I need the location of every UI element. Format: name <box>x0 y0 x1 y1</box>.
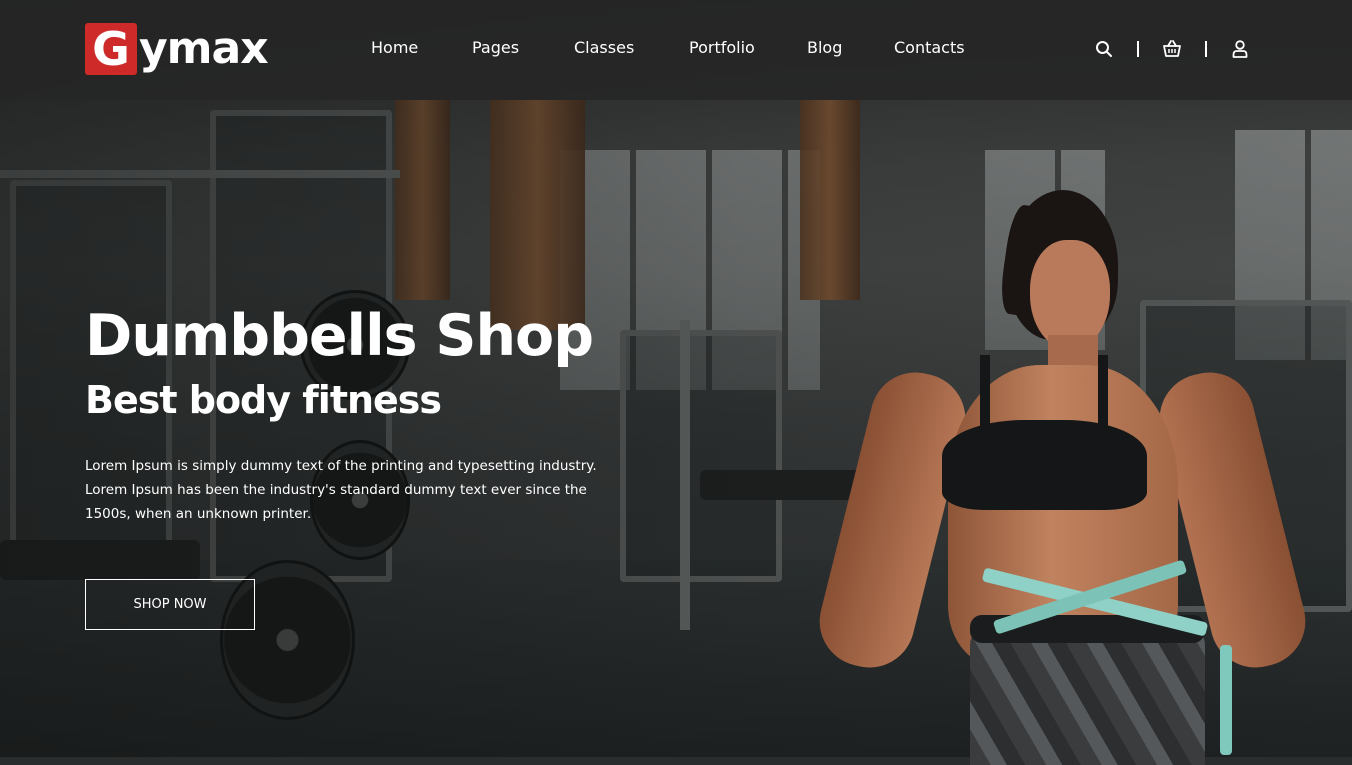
hero-description: Lorem Ipsum is simply dummy text of the … <box>85 458 597 522</box>
hero-subtitle: Best body fitness <box>85 378 442 422</box>
header-divider <box>1205 41 1207 57</box>
nav-item-portfolio[interactable]: Portfolio <box>689 38 755 57</box>
site-header: G ymax Home Pages Classes Portfolio Blog… <box>0 0 1352 100</box>
logo-mark: G <box>85 23 137 75</box>
nav-item-home[interactable]: Home <box>371 38 418 57</box>
header-divider <box>1137 41 1139 57</box>
model-face <box>1030 240 1110 350</box>
nav-item-blog[interactable]: Blog <box>807 38 842 57</box>
nav-item-contacts[interactable]: Contacts <box>894 38 965 57</box>
search-icon[interactable] <box>1093 38 1115 60</box>
sports-bra-strap <box>980 355 990 430</box>
header-tools <box>1093 38 1251 60</box>
cart-icon[interactable] <box>1161 38 1183 60</box>
measuring-tape <box>1220 645 1232 755</box>
sports-bra <box>942 420 1147 510</box>
sports-bra-strap <box>1098 355 1108 430</box>
nav-item-pages[interactable]: Pages <box>472 38 519 57</box>
fitness-model-image <box>810 185 1315 765</box>
shop-now-button[interactable]: SHOP NOW <box>85 579 255 630</box>
hero-title: Dumbbells Shop <box>85 303 594 369</box>
site-logo[interactable]: G ymax <box>85 22 269 76</box>
logo-text: ymax <box>139 23 269 74</box>
camo-leggings <box>970 625 1205 765</box>
user-icon[interactable] <box>1229 38 1251 60</box>
nav-item-classes[interactable]: Classes <box>574 38 634 57</box>
